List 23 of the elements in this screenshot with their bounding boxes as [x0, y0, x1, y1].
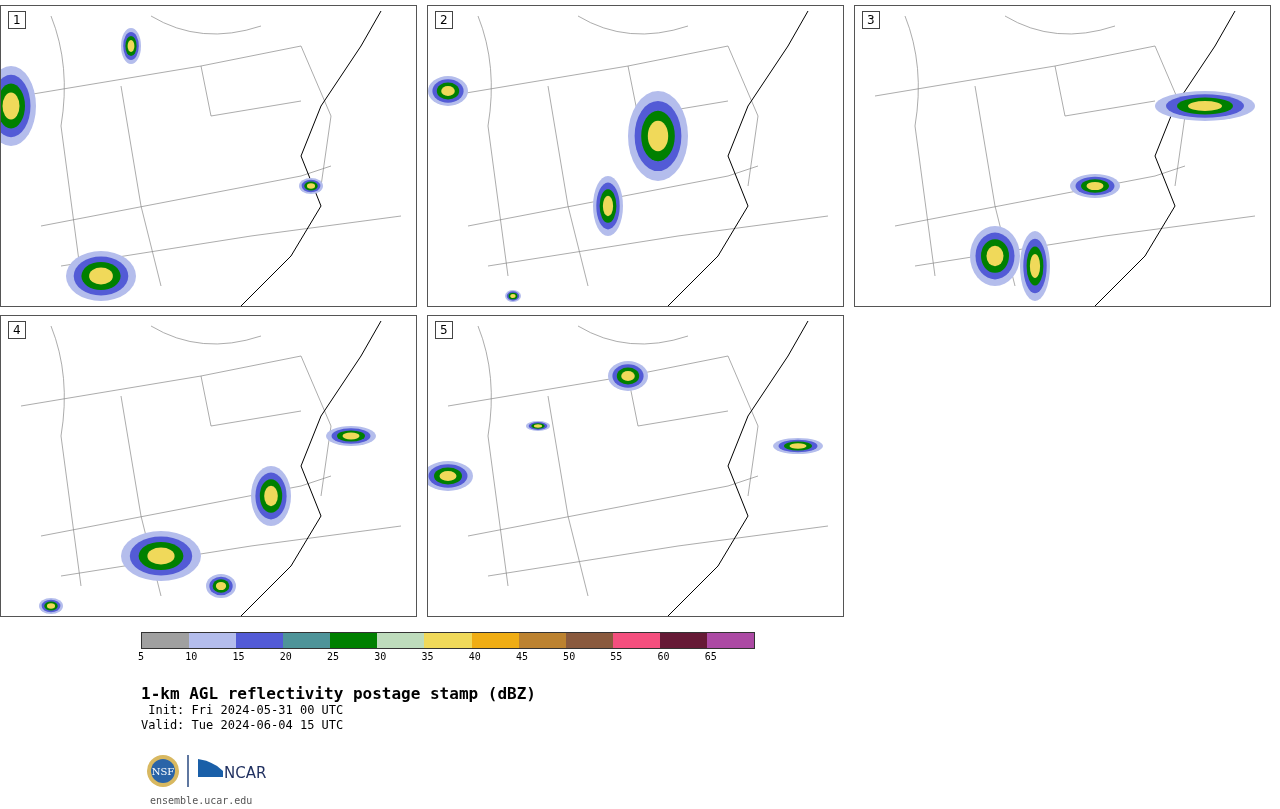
- colorbar-tick-label: 65: [704, 651, 718, 663]
- panel-number: 1: [8, 11, 26, 29]
- colorbar-tick-label: 55: [610, 651, 624, 663]
- colorbar-tick-label: 60: [657, 651, 671, 663]
- colorbar-tick-label: 15: [232, 651, 246, 663]
- colorbar-tick-label: 30: [374, 651, 388, 663]
- colorbar-tick-label: 35: [421, 651, 435, 663]
- website-url: ensemble.ucar.edu: [150, 795, 254, 806]
- init-time: Init: Fri 2024-05-31 00 UTC: [147, 703, 345, 718]
- colorbar-tick-label: 40: [468, 651, 482, 663]
- panel-number: 4: [8, 321, 26, 339]
- nsf-ncar-logo: NSF NCAR: [145, 753, 275, 789]
- colorbar-tick-label: 20: [279, 651, 293, 663]
- panel-number: 5: [435, 321, 453, 339]
- colorbar-tick-label: 5: [138, 651, 146, 663]
- panel-number: 3: [862, 11, 880, 29]
- colorbar-tick-label: 25: [326, 651, 340, 663]
- colorbar-tick-label: 50: [563, 651, 577, 663]
- panel-number: 2: [435, 11, 453, 29]
- colorbar-tick-label: 45: [515, 651, 529, 663]
- colorbar-tick-label: 10: [185, 651, 199, 663]
- valid-time: Valid: Tue 2024-06-04 15 UTC: [141, 718, 345, 733]
- chart-title: 1-km AGL reflectivity postage stamp (dBZ): [141, 684, 537, 703]
